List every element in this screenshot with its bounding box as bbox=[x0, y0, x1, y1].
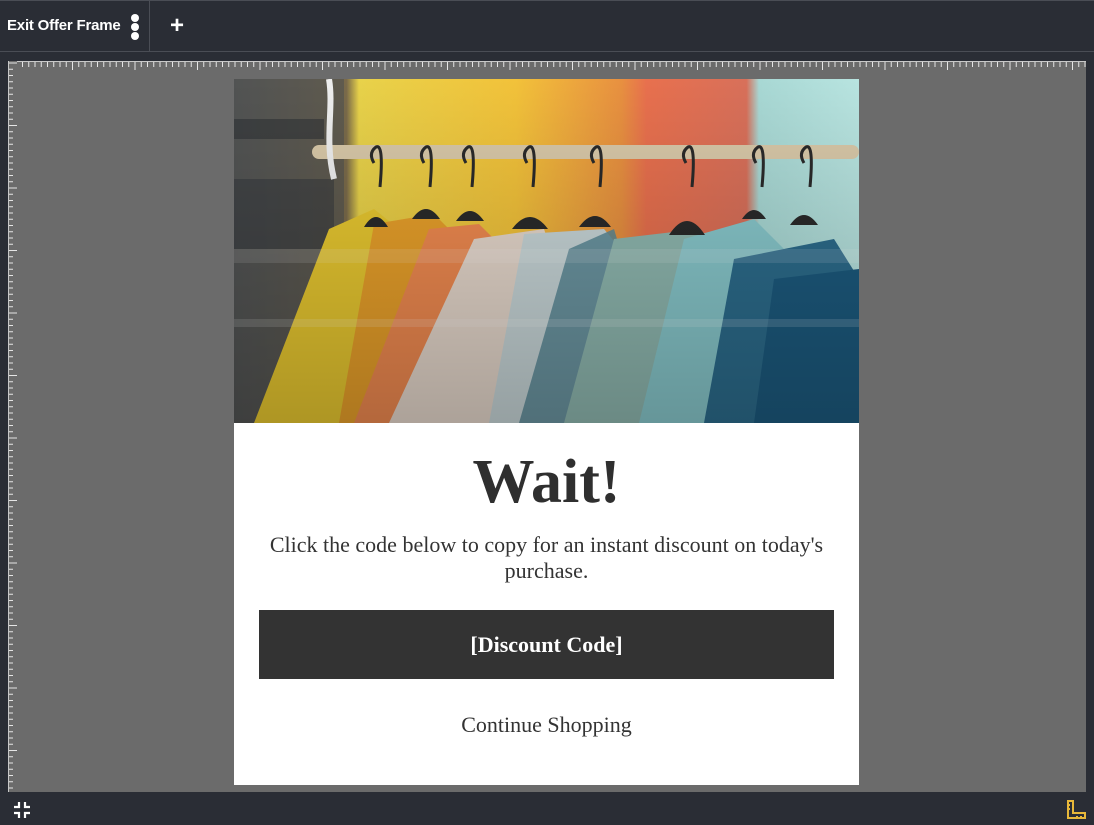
kebab-menu-icon[interactable] bbox=[130, 14, 140, 40]
tab-exit-offer-frame[interactable]: Exit Offer Frame bbox=[0, 1, 150, 51]
continue-shopping-link[interactable]: Continue Shopping bbox=[234, 712, 859, 738]
tab-label: Exit Offer Frame bbox=[7, 17, 121, 34]
ruler-icon[interactable] bbox=[1066, 800, 1086, 820]
horizontal-ruler[interactable] bbox=[8, 61, 1086, 70]
add-tab-button[interactable]: + bbox=[165, 13, 189, 39]
popup-message: Click the code below to copy for an inst… bbox=[269, 532, 824, 583]
vertical-ruler[interactable] bbox=[8, 61, 17, 792]
collapse-icon[interactable] bbox=[13, 801, 31, 819]
workspace-edge bbox=[1086, 61, 1094, 792]
discount-code-button[interactable]: [Discount Code] bbox=[259, 610, 834, 679]
popup-headline: Wait! bbox=[472, 448, 621, 516]
tab-bar: Exit Offer Frame + bbox=[0, 0, 1094, 52]
bottom-bar bbox=[0, 792, 1094, 825]
clothing-rack-image bbox=[234, 79, 859, 423]
exit-offer-popup: Wait! Click the code below to copy for a… bbox=[234, 79, 859, 785]
